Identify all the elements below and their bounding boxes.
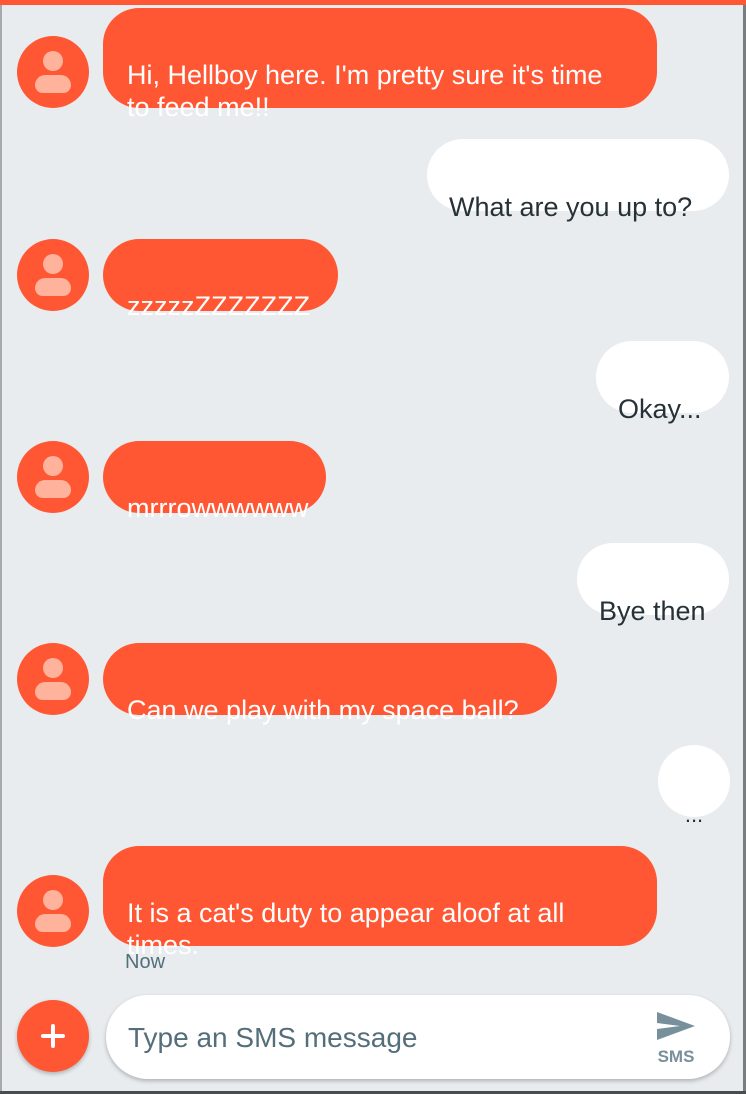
send-sms-label: SMS — [657, 1047, 695, 1066]
compose-field[interactable]: SMS — [106, 995, 730, 1079]
outgoing-message-bubble[interactable]: Okay... — [596, 341, 729, 424]
contact-avatar-icon[interactable] — [17, 875, 89, 947]
avatar-head — [43, 51, 63, 71]
message-text: Okay... — [618, 394, 702, 424]
incoming-message-bubble[interactable]: zzzzzZZZZZZZ — [103, 239, 338, 321]
message-text: Bye then — [599, 596, 706, 626]
contact-avatar-icon[interactable] — [17, 36, 89, 108]
message-text: Hi, Hellboy here. I'm pretty sure it's t… — [127, 60, 603, 122]
message-text: ... — [684, 802, 704, 827]
message-text: It is a cat's duty to appear aloof at al… — [127, 898, 565, 960]
avatar-head — [43, 456, 63, 476]
window-left-border — [0, 0, 2, 1094]
message-text: mrrrowwwwww — [127, 493, 309, 523]
message-text: Can we play with my space ball? — [127, 695, 519, 725]
avatar-body — [35, 278, 71, 296]
message-timestamp: Now — [125, 951, 166, 973]
contact-avatar-icon[interactable] — [17, 441, 89, 513]
contact-avatar-icon[interactable] — [17, 643, 89, 715]
compose-bar: SMS — [0, 985, 746, 1091]
avatar-head — [43, 890, 63, 910]
outgoing-message-bubble[interactable]: ... — [658, 745, 730, 827]
app-bar-edge — [0, 0, 746, 5]
sms-message-input[interactable] — [126, 1013, 630, 1063]
avatar-body — [35, 75, 71, 93]
incoming-message-bubble[interactable]: mrrrowwwwww — [103, 441, 326, 523]
avatar-head — [43, 658, 63, 678]
send-icon — [657, 1012, 695, 1040]
incoming-message-bubble[interactable]: Can we play with my space ball? — [103, 643, 557, 725]
avatar-body — [35, 914, 71, 932]
message-text: zzzzzZZZZZZZ — [127, 291, 310, 321]
outgoing-message-bubble[interactable]: What are you up to? — [427, 139, 729, 222]
avatar-body — [35, 682, 71, 700]
send-sms-button[interactable]: SMS — [646, 1003, 706, 1071]
message-text: What are you up to? — [449, 192, 693, 222]
incoming-message-bubble[interactable]: Hi, Hellboy here. I'm pretty sure it's t… — [103, 8, 657, 122]
avatar-body — [35, 480, 71, 498]
avatar-head — [43, 254, 63, 274]
incoming-message-bubble[interactable]: It is a cat's duty to appear aloof at al… — [103, 846, 657, 960]
contact-avatar-icon[interactable] — [17, 239, 89, 311]
outgoing-message-bubble[interactable]: Bye then — [577, 543, 729, 626]
add-attachment-button[interactable] — [17, 1000, 89, 1072]
